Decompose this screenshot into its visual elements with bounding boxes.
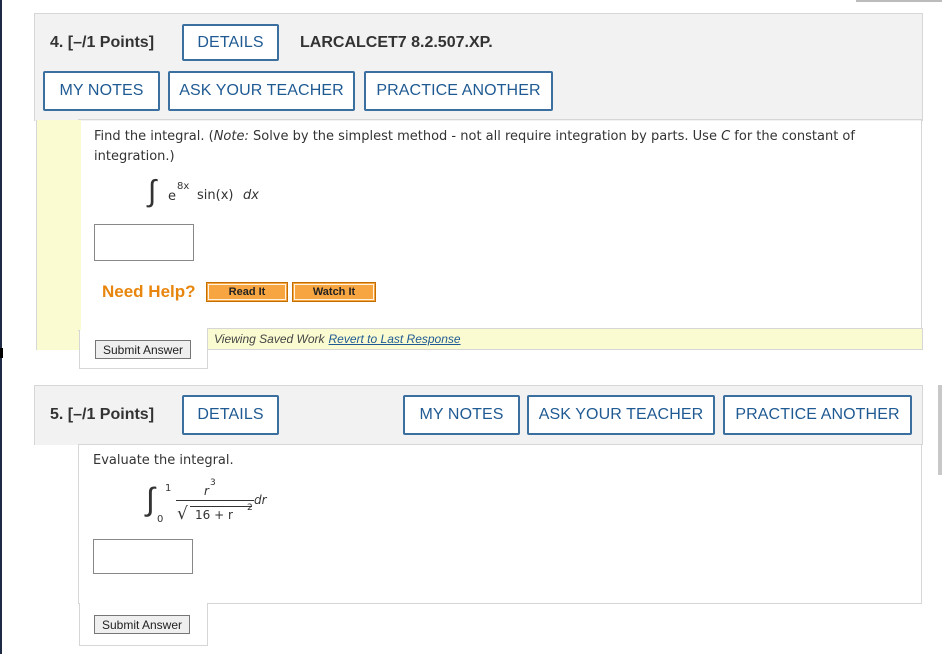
sqrt-overline	[190, 506, 252, 507]
q4-constant-c: C	[721, 129, 731, 144]
sqrt-icon: √	[177, 504, 188, 524]
q5-integral-expression: ∫ 1 0 r 3 √ 16 + r 2 dr	[146, 478, 267, 525]
q4-side-strip	[36, 120, 81, 350]
q4-my-notes-button[interactable]: MY NOTES	[43, 71, 160, 111]
q4-revert-link[interactable]: Revert to Last Response	[329, 332, 461, 346]
q5-prompt: Evaluate the integral.	[93, 453, 234, 468]
q5-practice-another-button[interactable]: PRACTICE ANOTHER	[723, 395, 912, 435]
q4-integral-expression: ∫ e 8x sin(x) dx	[148, 174, 259, 209]
fraction-bar	[176, 500, 254, 501]
lower-limit: 0	[157, 514, 164, 525]
window-edge-mark	[0, 348, 3, 358]
q4-title: 4. [–/1 Points]	[50, 34, 155, 51]
q4-saved-work-bar: Viewing Saved Work Revert to Last Respons…	[207, 328, 923, 350]
integral-sign-icon: ∫	[148, 174, 157, 209]
q4-read-it-button[interactable]: Read It	[206, 282, 288, 302]
q4-ask-teacher-button[interactable]: ASK YOUR TEACHER	[168, 71, 355, 111]
q4-need-help-label: Need Help?	[102, 282, 196, 301]
top-divider	[856, 0, 942, 2]
upper-limit: 1	[165, 483, 172, 494]
q5-ask-teacher-button[interactable]: ASK YOUR TEACHER	[527, 395, 715, 435]
integral-sign-icon: ∫	[146, 480, 155, 518]
q4-prompt: Find the integral. (Note: Solve by the s…	[94, 129, 855, 164]
q4-answer-input[interactable]	[94, 224, 194, 261]
scrollbar-thumb[interactable]	[938, 385, 942, 475]
q4-problem-code: LARCALCET7 8.2.507.XP.	[300, 34, 493, 51]
q5-my-notes-button[interactable]: MY NOTES	[403, 395, 520, 435]
q5-submit-answer-button[interactable]: Submit Answer	[94, 615, 190, 634]
q4-submit-answer-button[interactable]: Submit Answer	[95, 340, 191, 359]
window-edge	[0, 0, 2, 654]
q5-title: 5. [–/1 Points]	[50, 406, 155, 423]
q5-answer-input[interactable]	[93, 539, 193, 574]
q4-watch-it-button[interactable]: Watch It	[292, 282, 376, 302]
q4-details-button[interactable]: DETAILS	[182, 24, 279, 61]
q4-practice-another-button[interactable]: PRACTICE ANOTHER	[364, 71, 553, 111]
q5-details-button[interactable]: DETAILS	[182, 395, 279, 435]
q4-note-label: Note:	[213, 129, 249, 144]
